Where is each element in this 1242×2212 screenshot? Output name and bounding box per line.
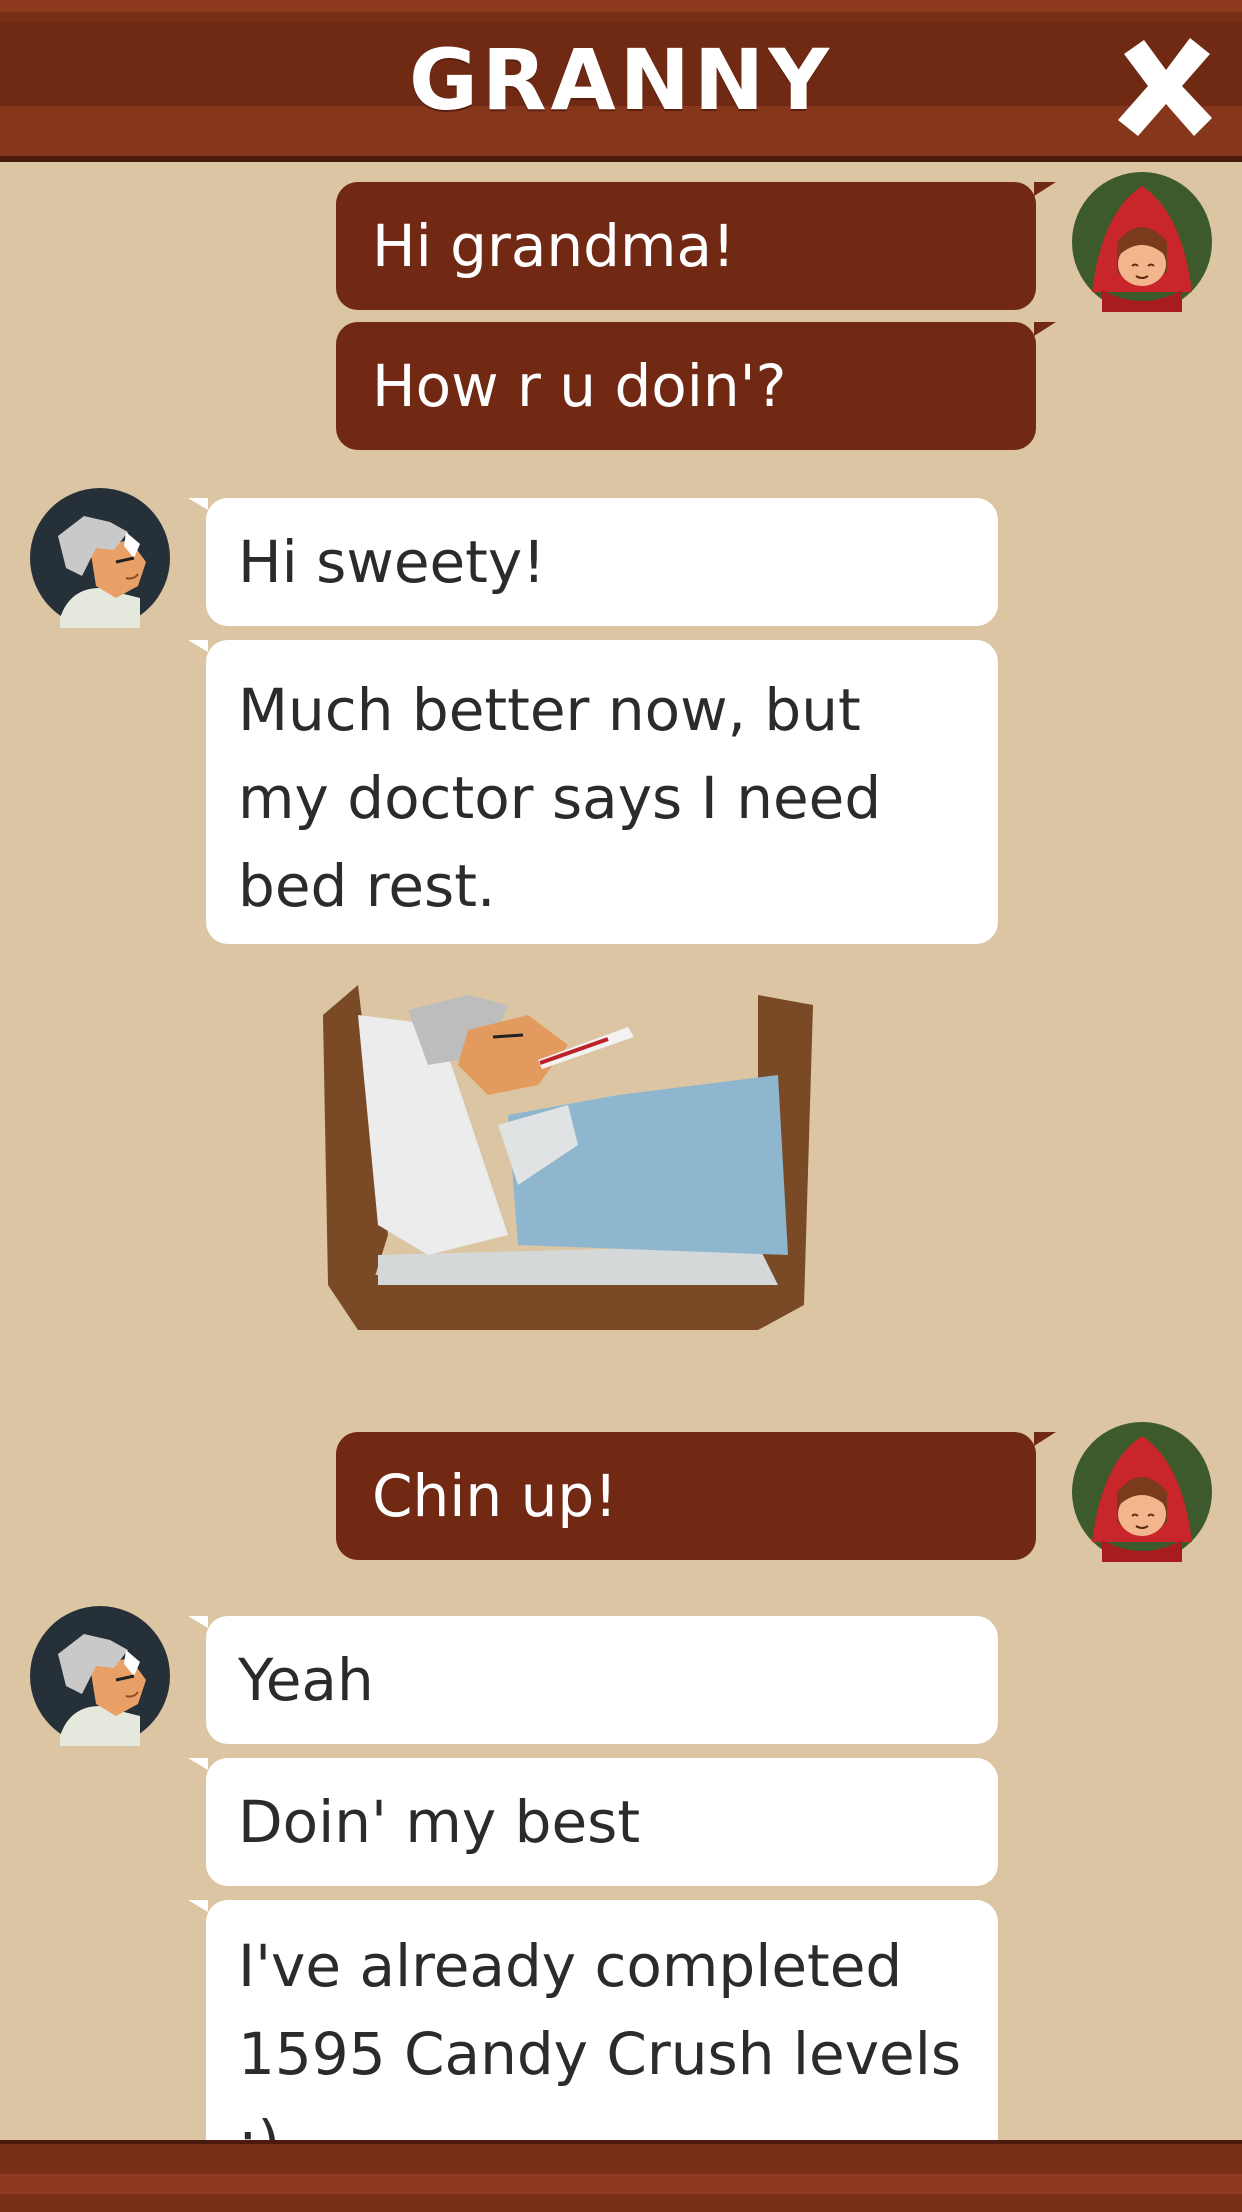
message-bubble-outgoing: Hi grandma! [336, 182, 1056, 310]
close-button[interactable] [1110, 32, 1220, 142]
message-bubble-incoming: Doin' my best [188, 1758, 998, 1886]
granny-in-bed-illustration [318, 985, 818, 1355]
message-bubble-incoming: I've already completed 1595 Candy Crush … [188, 1900, 998, 2140]
granny-avatar [30, 488, 170, 628]
footer-stripe [0, 2174, 1242, 2194]
girl-avatar [1072, 172, 1212, 312]
granny-avatar [30, 1606, 170, 1746]
message-bubble-outgoing: Chin up! [336, 1432, 1056, 1560]
girl-avatar [1072, 1422, 1212, 1562]
message-bubble-outgoing: How r u doin'? [336, 322, 1056, 450]
header-stripe [0, 0, 1242, 12]
chat-header: GRANNY [0, 0, 1242, 162]
conversation[interactable]: Hi grandma! How r u doin'? Hi sweety! Mu… [0, 162, 1242, 2140]
message-bubble-incoming: Hi sweety! [188, 498, 998, 626]
chat-footer [0, 2140, 1242, 2212]
chat-title: GRANNY [408, 31, 834, 129]
message-bubble-incoming: Yeah [188, 1616, 998, 1744]
close-icon [1118, 38, 1212, 136]
message-bubble-incoming: Much better now, but my doctor says I ne… [188, 640, 998, 944]
